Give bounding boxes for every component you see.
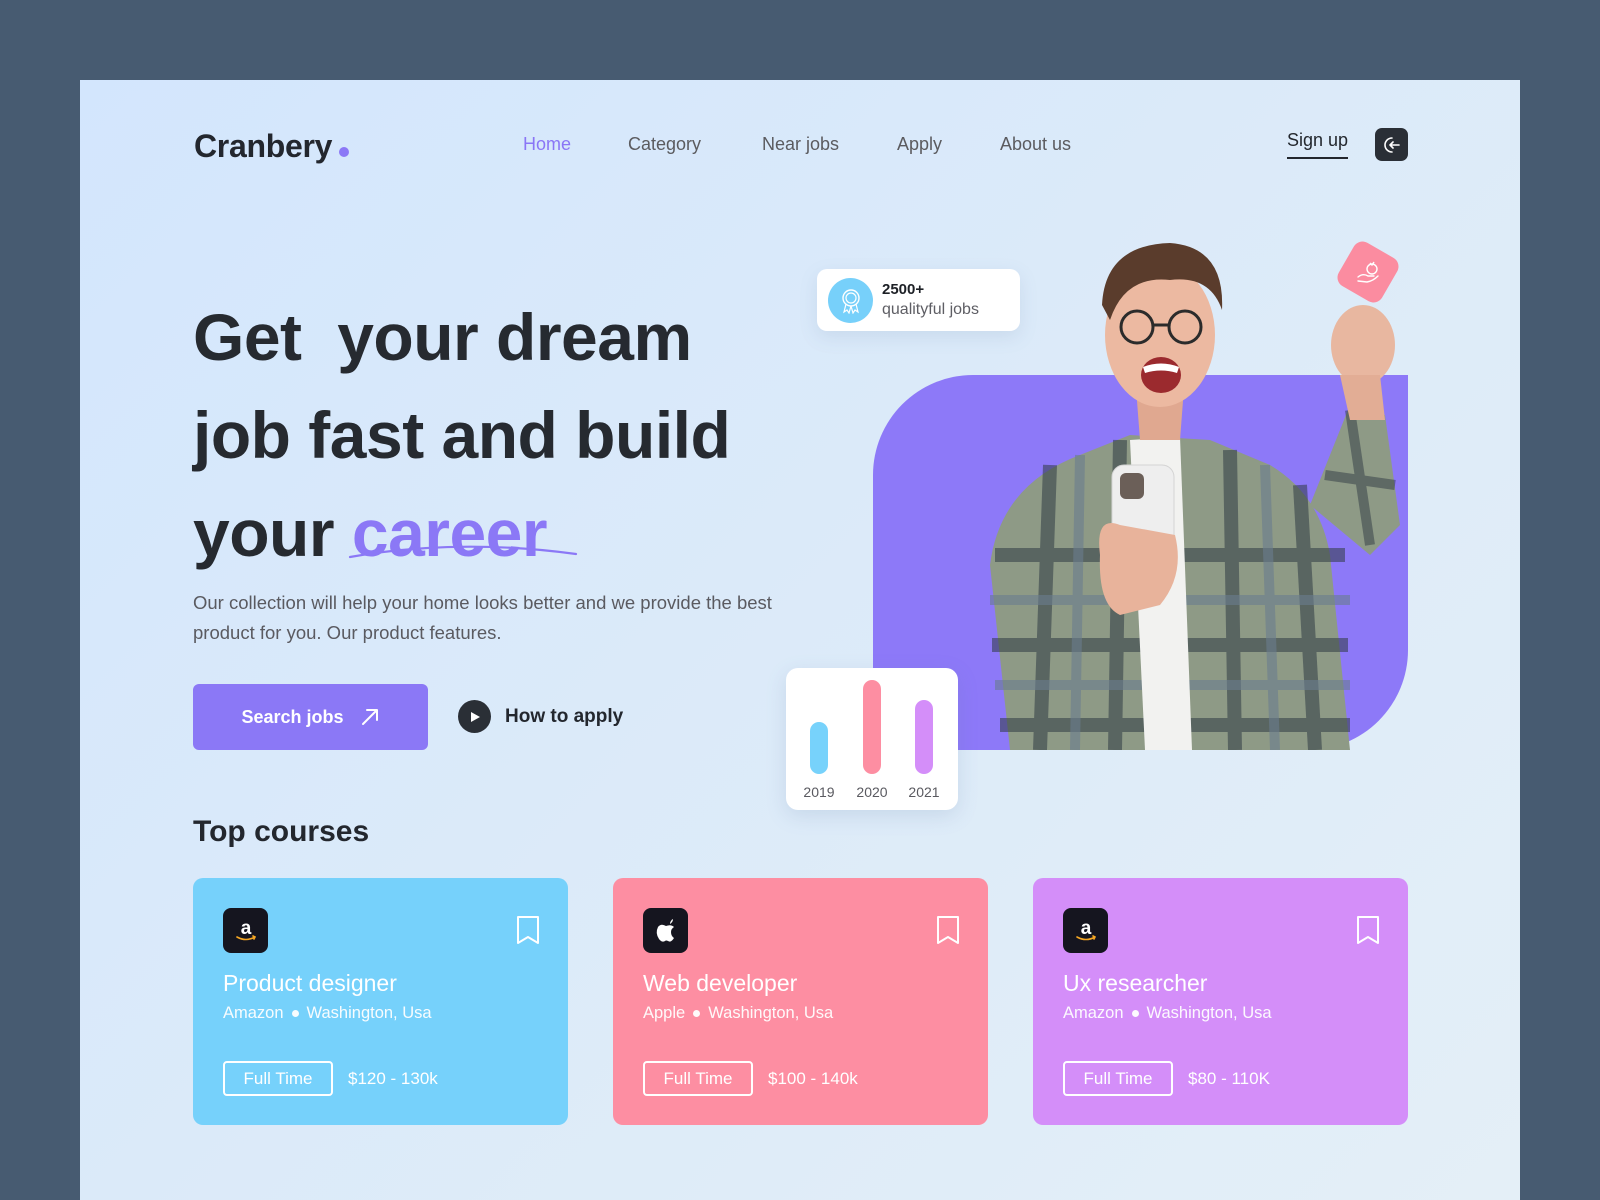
course-card[interactable]: Web developer Apple Washington, Usa Full Ti… bbox=[613, 878, 988, 1125]
search-jobs-button[interactable]: Search jobs bbox=[193, 684, 428, 750]
svg-text:a: a bbox=[1080, 918, 1091, 939]
course-meta: Amazon Washington, Usa bbox=[1063, 1004, 1272, 1023]
headline-line-2: job fast and build bbox=[193, 398, 731, 472]
amazon-logo-icon: a bbox=[223, 908, 268, 953]
headline-plain: your bbox=[193, 496, 352, 570]
course-title: Ux researcher bbox=[1063, 970, 1208, 996]
landing-page: Cranbery Home Category Near jobs Apply A… bbox=[80, 80, 1520, 1200]
career-underline bbox=[348, 545, 578, 559]
nav-item-apply[interactable]: Apply bbox=[897, 134, 1000, 155]
how-to-apply-button[interactable]: How to apply bbox=[458, 700, 623, 733]
chart-bar-2020 bbox=[863, 680, 881, 774]
amazon-logo-icon: a bbox=[1063, 908, 1108, 953]
search-jobs-label: Search jobs bbox=[241, 706, 344, 727]
salary-range: $80 - 110K bbox=[1188, 1069, 1270, 1088]
hero-description: Our collection will help your home looks… bbox=[193, 592, 772, 643]
stat-label: qualityful jobs bbox=[882, 301, 979, 318]
svg-text:a: a bbox=[240, 918, 251, 939]
job-type-badge: Full Time bbox=[643, 1061, 753, 1096]
course-meta: Apple Washington, Usa bbox=[643, 1004, 833, 1023]
course-title: Web developer bbox=[643, 970, 798, 996]
course-location: Washington, Usa bbox=[708, 1004, 834, 1022]
course-card[interactable]: a Ux researcher Amazon Washington, Usa Full … bbox=[1033, 878, 1408, 1125]
nav-item-about-us[interactable]: About us bbox=[1000, 134, 1071, 155]
brand-logo[interactable]: Cranbery bbox=[194, 128, 350, 165]
course-location: Washington, Usa bbox=[306, 1004, 432, 1022]
play-icon bbox=[458, 700, 491, 733]
job-type-badge: Full Time bbox=[1063, 1061, 1173, 1096]
chart-label-2020: 2020 bbox=[856, 784, 887, 800]
headline-line-1: Get your dream bbox=[193, 300, 692, 374]
how-to-apply-label: How to apply bbox=[505, 705, 624, 727]
separator-dot bbox=[291, 1010, 299, 1017]
headline-line-3: your career bbox=[193, 484, 730, 582]
separator-dot bbox=[1131, 1010, 1139, 1017]
course-company: Apple bbox=[643, 1004, 686, 1022]
separator-dot bbox=[693, 1010, 701, 1017]
bookmark-icon[interactable] bbox=[936, 915, 960, 945]
chart-label-2019: 2019 bbox=[803, 784, 834, 800]
growth-chart-card: 2019 2020 2021 bbox=[786, 668, 958, 810]
salary-range: $120 - 130k bbox=[348, 1069, 438, 1088]
nav-item-near-jobs[interactable]: Near jobs bbox=[762, 134, 897, 155]
course-meta: Amazon Washington, Usa bbox=[223, 1004, 432, 1023]
login-button[interactable] bbox=[1375, 128, 1408, 161]
salary-range: $100 - 140k bbox=[768, 1069, 858, 1088]
jobs-stat-card: 2500+ qualityful jobs bbox=[817, 269, 1020, 331]
signup-link[interactable]: Sign up bbox=[1287, 130, 1349, 159]
top-courses-heading: Top courses bbox=[193, 815, 370, 848]
award-badge-icon bbox=[828, 278, 873, 323]
login-arrow-icon bbox=[1383, 136, 1400, 153]
chart-bar-2021 bbox=[915, 700, 933, 774]
course-company: Amazon bbox=[223, 1004, 284, 1022]
chart-bar-2019 bbox=[810, 722, 828, 774]
bookmark-icon[interactable] bbox=[1356, 915, 1380, 945]
apple-logo-icon bbox=[643, 908, 688, 953]
main-nav: Home Category Near jobs Apply About us bbox=[523, 134, 1071, 155]
job-type-badge: Full Time bbox=[223, 1061, 333, 1096]
course-company: Amazon bbox=[1063, 1004, 1124, 1022]
logo-dot bbox=[339, 147, 350, 157]
growth-bar-chart: 2019 2020 2021 bbox=[803, 680, 940, 800]
chart-label-2021: 2021 bbox=[908, 784, 939, 800]
course-card[interactable]: a Product designer Amazon Washington, Usa Fu… bbox=[193, 878, 568, 1125]
arrow-up-right-icon bbox=[361, 709, 378, 725]
nav-item-category[interactable]: Category bbox=[628, 134, 762, 155]
stat-value: 2500+ bbox=[882, 281, 925, 298]
course-location: Washington, Usa bbox=[1146, 1004, 1272, 1022]
brand-name: Cranbery bbox=[194, 128, 333, 164]
hero-headline: Get your dream job fast and build your c… bbox=[193, 288, 731, 582]
nav-item-home[interactable]: Home bbox=[523, 134, 628, 155]
bookmark-icon[interactable] bbox=[516, 915, 540, 945]
course-title: Product designer bbox=[223, 970, 397, 996]
